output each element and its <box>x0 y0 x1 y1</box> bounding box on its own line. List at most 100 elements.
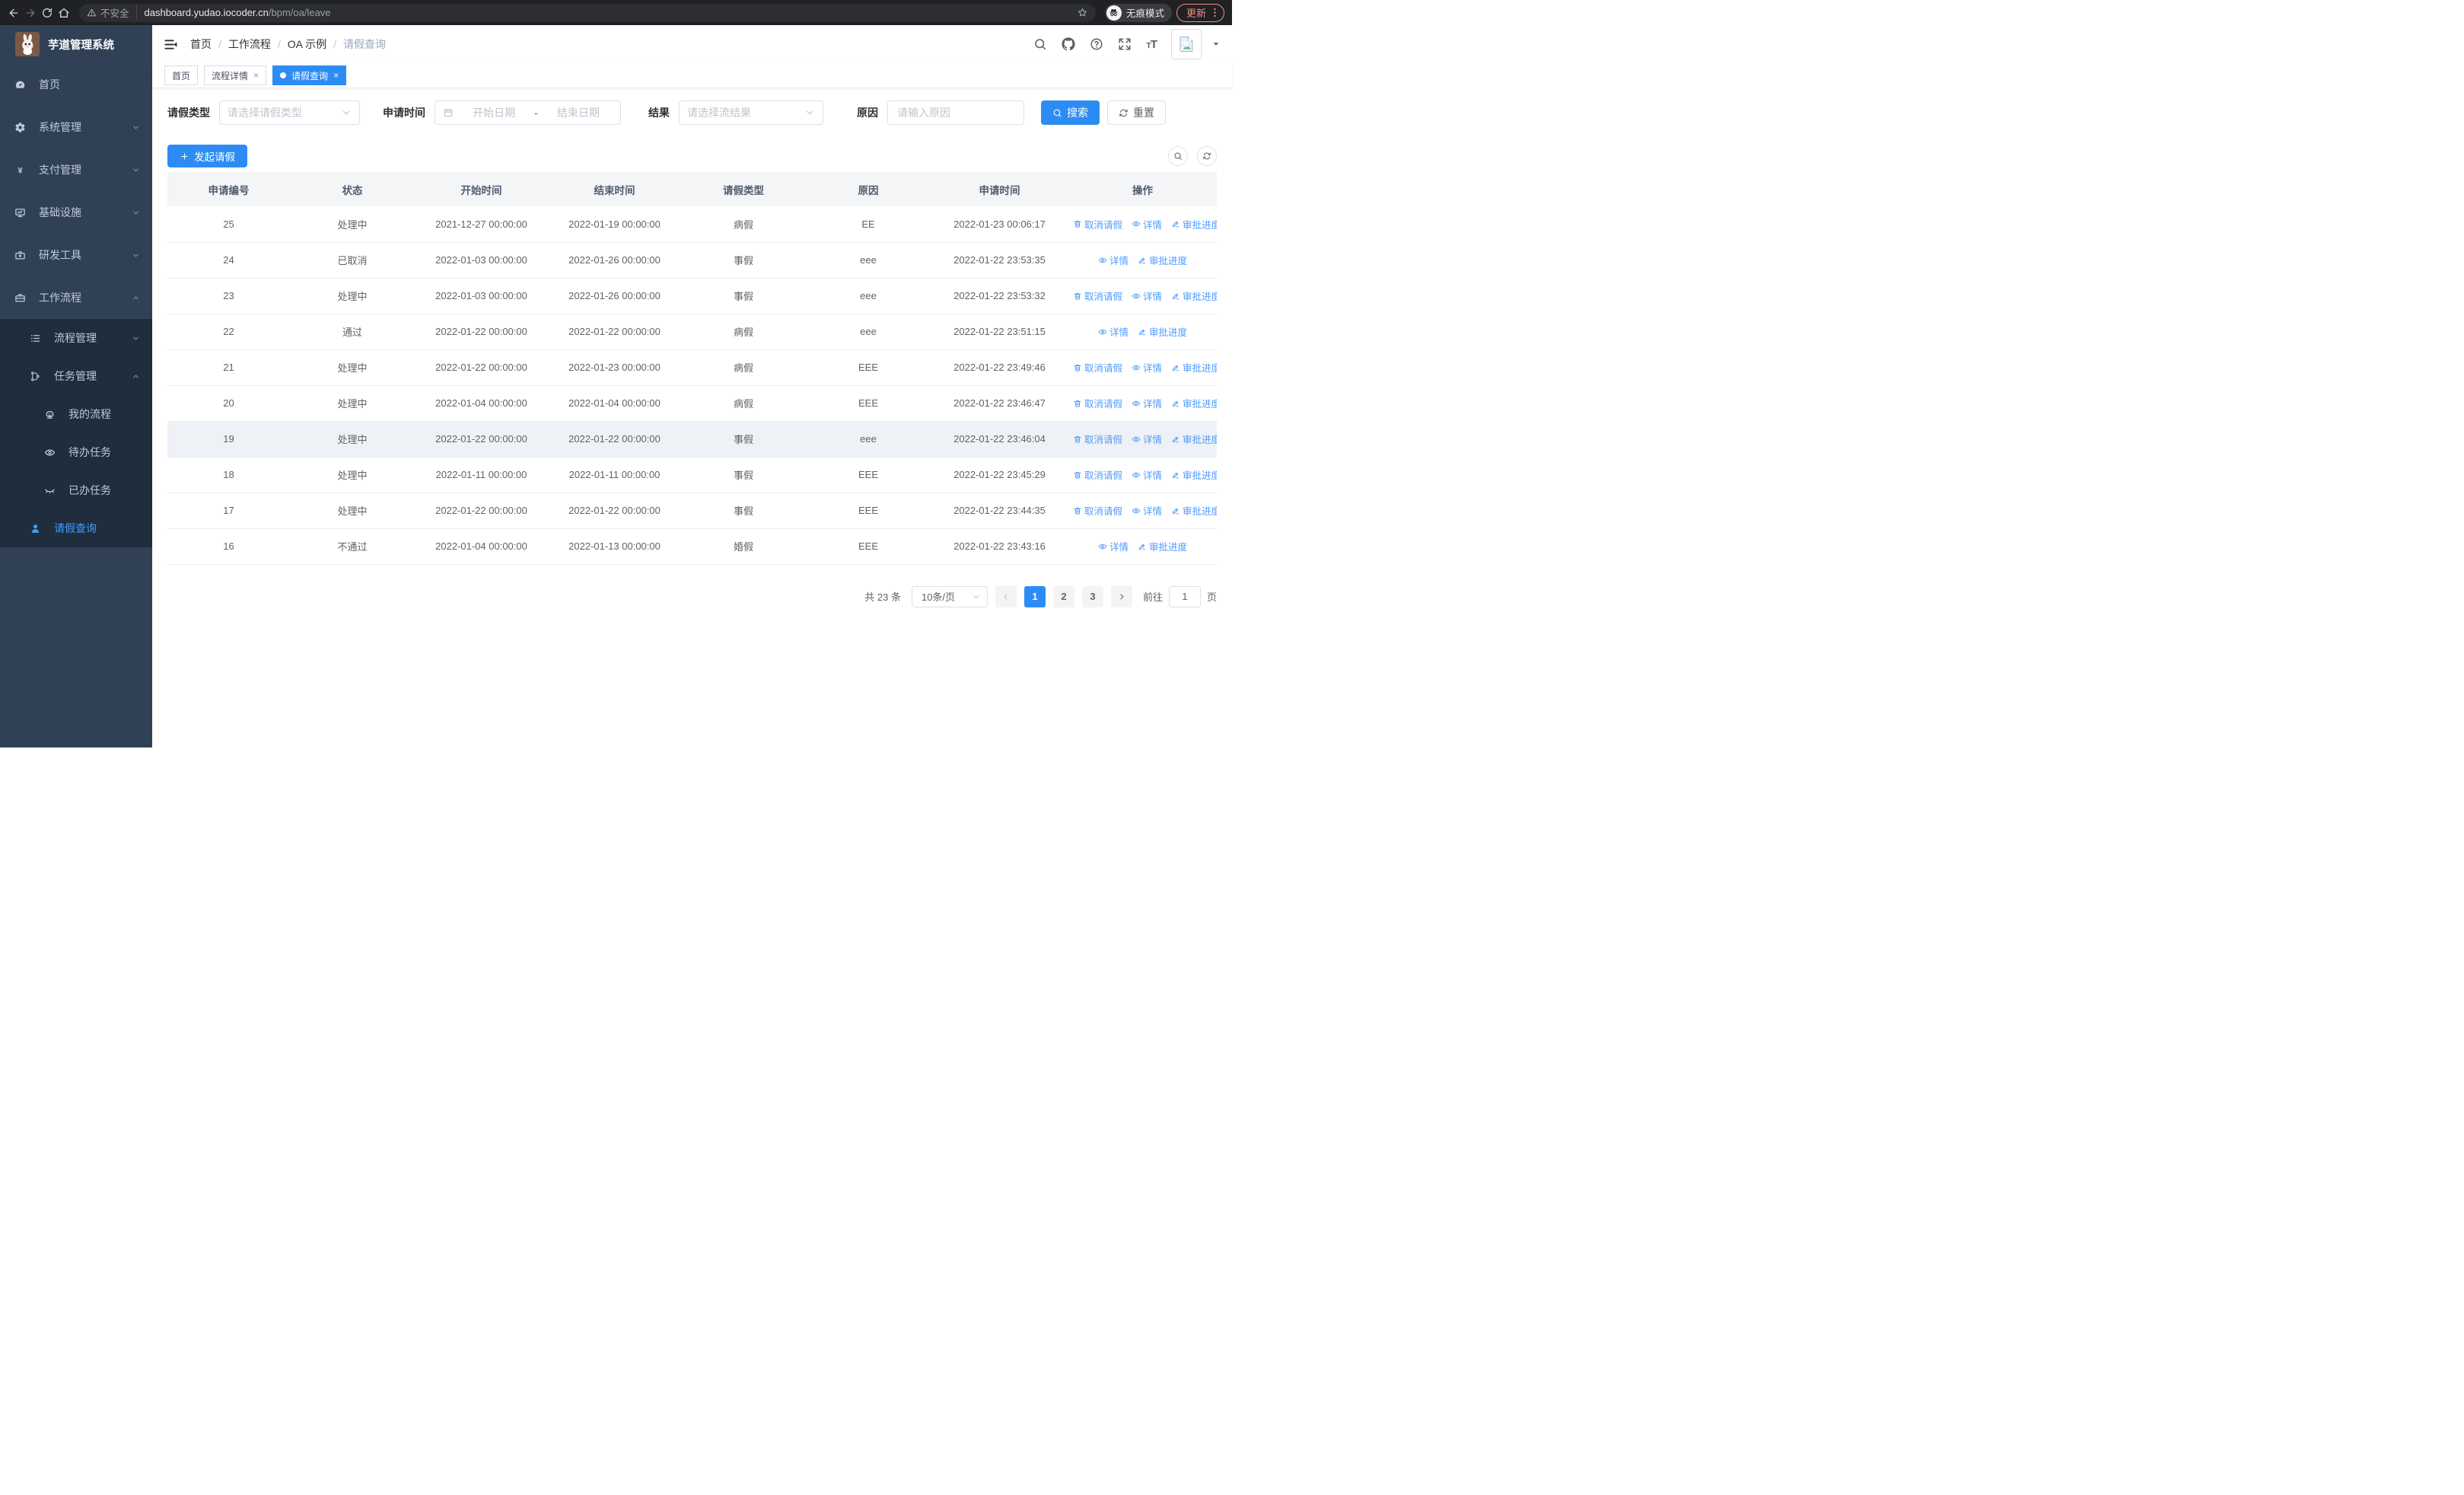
forward-icon[interactable] <box>24 7 37 19</box>
toggle-search-button[interactable] <box>1168 146 1188 166</box>
security-chip[interactable]: 不安全 <box>87 5 137 20</box>
chevron-down-icon <box>132 166 140 174</box>
sidebar-item-process-mgmt[interactable]: 流程管理 <box>0 319 152 357</box>
breadcrumb-current: 请假查询 <box>343 38 387 50</box>
help-icon[interactable] <box>1090 37 1103 51</box>
prev-page-button[interactable] <box>995 585 1017 607</box>
page-size-select[interactable]: 10条/页 <box>911 585 988 607</box>
progress-link[interactable]: 审批进度 <box>1171 360 1217 375</box>
cell-actions: 取消请假详情审批进度 <box>1068 349 1217 386</box>
search-icon[interactable] <box>1033 37 1047 51</box>
detail-link[interactable]: 详情 <box>1132 503 1162 518</box>
github-icon[interactable] <box>1062 37 1076 51</box>
progress-link[interactable]: 审批进度 <box>1171 503 1217 518</box>
cancel-link[interactable]: 取消请假 <box>1073 432 1122 446</box>
sidebar-item-infra[interactable]: 基础设施 <box>0 191 152 234</box>
address-bar[interactable]: 不安全 dashboard.yudao.iocoder.cn/bpm/oa/le… <box>79 3 1096 22</box>
close-icon[interactable]: × <box>253 71 259 80</box>
sidebar-item-done-tasks[interactable]: 已办任务 <box>0 471 152 509</box>
cell-status: 通过 <box>290 314 415 350</box>
sidebar-item-todo-tasks[interactable]: 待办任务 <box>0 433 152 471</box>
reason-input[interactable] <box>887 100 1024 125</box>
cell-id: 19 <box>167 421 290 457</box>
progress-link[interactable]: 审批进度 <box>1138 324 1187 339</box>
cell-actions: 取消请假详情审批进度 <box>1068 457 1217 493</box>
font-size-icon[interactable]: TT <box>1146 38 1157 51</box>
trash-icon <box>1073 435 1082 444</box>
edit-icon <box>1171 363 1180 372</box>
cancel-link[interactable]: 取消请假 <box>1073 396 1122 410</box>
cell-id: 21 <box>167 349 290 386</box>
table-row: 21 处理中 2022-01-22 00:00:00 2022-01-23 00:00… <box>167 349 1217 386</box>
sidebar-item-system[interactable]: 系统管理 <box>0 106 152 148</box>
home-icon[interactable] <box>58 7 70 19</box>
detail-link[interactable]: 详情 <box>1132 217 1162 231</box>
cancel-link[interactable]: 取消请假 <box>1073 288 1122 303</box>
apply-time-range-picker[interactable]: 开始日期 - 结束日期 <box>435 100 621 125</box>
cell-type: 病假 <box>681 206 806 243</box>
progress-link[interactable]: 审批进度 <box>1171 217 1217 231</box>
tag-process-detail[interactable]: 流程详情 × <box>204 65 267 85</box>
page-button-3[interactable]: 3 <box>1081 585 1103 607</box>
caret-down-icon[interactable] <box>1211 40 1221 49</box>
detail-link[interactable]: 详情 <box>1132 396 1162 410</box>
progress-link[interactable]: 审批进度 <box>1138 253 1187 267</box>
eye-icon <box>44 447 56 458</box>
fullscreen-icon[interactable] <box>1118 37 1132 51</box>
detail-link[interactable]: 详情 <box>1098 324 1129 339</box>
detail-link[interactable]: 详情 <box>1098 539 1129 553</box>
detail-link[interactable]: 详情 <box>1098 253 1129 267</box>
progress-link[interactable]: 审批进度 <box>1138 539 1187 553</box>
page-button-2[interactable]: 2 <box>1052 585 1074 607</box>
refresh-table-button[interactable] <box>1197 146 1217 166</box>
cancel-link[interactable]: 取消请假 <box>1073 217 1122 231</box>
breadcrumb: 首页 / 工作流程 / OA 示例 / 请假查询 <box>190 37 387 52</box>
leave-type-select[interactable]: 请选择请假类型 <box>219 100 360 125</box>
create-leave-button[interactable]: 发起请假 <box>167 145 247 167</box>
tag-leave-query[interactable]: 请假查询 × <box>272 65 347 85</box>
breadcrumb-oa[interactable]: OA 示例 <box>288 37 326 52</box>
goto-page-input[interactable] <box>1168 585 1201 607</box>
bookmark-star-icon[interactable] <box>1077 7 1088 18</box>
cancel-link[interactable]: 取消请假 <box>1073 503 1122 518</box>
detail-link[interactable]: 详情 <box>1132 360 1162 375</box>
sidebar-item-home[interactable]: 首页 <box>0 63 152 106</box>
sidebar-item-devtools[interactable]: 研发工具 <box>0 234 152 276</box>
breadcrumb-workflow[interactable]: 工作流程 <box>228 37 271 52</box>
sidebar-item-workflow[interactable]: 工作流程 <box>0 276 152 319</box>
logo[interactable]: 芋道管理系统 <box>0 25 152 63</box>
browser-menu-icon[interactable] <box>1209 7 1221 18</box>
sidebar-item-my-process[interactable]: 我的流程 <box>0 395 152 433</box>
edit-icon <box>1171 219 1180 228</box>
chevron-up-icon <box>132 294 140 302</box>
sidebar-item-task-mgmt[interactable]: 任务管理 <box>0 357 152 395</box>
cancel-link[interactable]: 取消请假 <box>1073 467 1122 482</box>
sidebar-item-payment[interactable]: ¥ 支付管理 <box>0 148 152 191</box>
progress-link[interactable]: 审批进度 <box>1171 396 1217 410</box>
eye-icon <box>1132 219 1141 228</box>
update-button[interactable]: 更新 <box>1176 3 1224 22</box>
tag-home[interactable]: 首页 <box>164 65 199 85</box>
back-icon[interactable] <box>8 7 20 19</box>
update-label: 更新 <box>1186 8 1206 19</box>
progress-link[interactable]: 审批进度 <box>1171 432 1217 446</box>
next-page-button[interactable] <box>1110 585 1132 607</box>
collapse-sidebar-icon[interactable] <box>164 37 178 52</box>
cell-id: 25 <box>167 206 290 243</box>
close-icon[interactable]: × <box>333 71 339 80</box>
cell-end: 2022-01-26 00:00:00 <box>548 278 681 314</box>
breadcrumb-home[interactable]: 首页 <box>190 37 212 52</box>
detail-link[interactable]: 详情 <box>1132 432 1162 446</box>
reset-button[interactable]: 重置 <box>1107 100 1166 125</box>
result-select[interactable]: 请选择流结果 <box>679 100 823 125</box>
page-button-1[interactable]: 1 <box>1023 585 1046 607</box>
detail-link[interactable]: 详情 <box>1132 288 1162 303</box>
avatar[interactable] <box>1171 29 1202 59</box>
cancel-link[interactable]: 取消请假 <box>1073 360 1122 375</box>
progress-link[interactable]: 审批进度 <box>1171 467 1217 482</box>
sidebar-item-leave-query[interactable]: 请假查询 <box>0 509 152 547</box>
search-button[interactable]: 搜索 <box>1041 100 1100 125</box>
reload-icon[interactable] <box>41 7 53 19</box>
progress-link[interactable]: 审批进度 <box>1171 288 1217 303</box>
detail-link[interactable]: 详情 <box>1132 467 1162 482</box>
